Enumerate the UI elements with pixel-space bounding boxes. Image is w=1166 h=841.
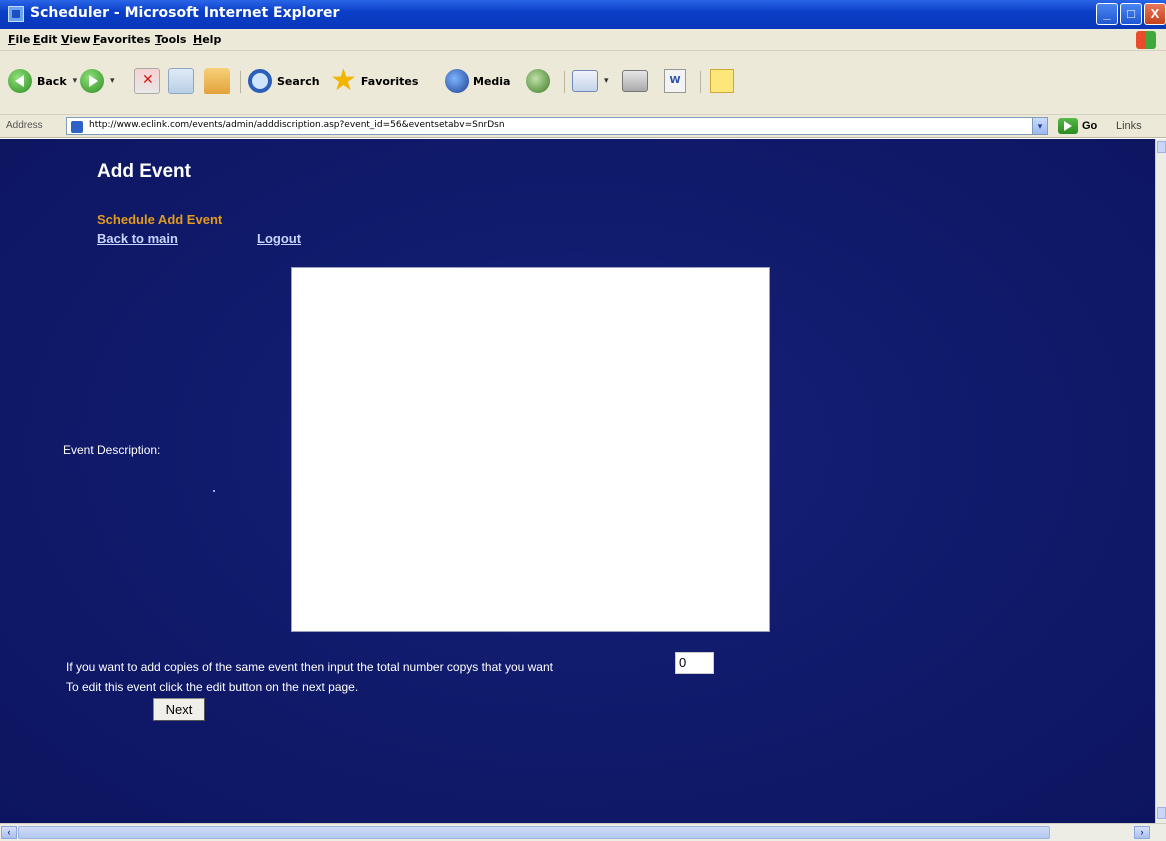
forward-button[interactable]: ▾: [80, 63, 115, 99]
back-to-main-link[interactable]: Back to main: [97, 231, 178, 246]
notes-button[interactable]: [710, 63, 734, 99]
scroll-down-icon[interactable]: [1157, 807, 1166, 819]
address-input[interactable]: http://www.eclink.com/events/admin/adddi…: [66, 117, 1048, 135]
page-favicon-icon: [71, 121, 83, 133]
media-label: Media: [473, 74, 511, 88]
next-button[interactable]: Next: [153, 698, 205, 721]
home-button[interactable]: [204, 63, 230, 99]
minimize-button[interactable]: _: [1096, 3, 1118, 25]
mail-dropdown-icon[interactable]: ▾: [604, 76, 609, 86]
edit-instruction: To edit this event click the edit button…: [66, 680, 359, 694]
back-button[interactable]: Back ▾: [8, 63, 77, 99]
vertical-scrollbar[interactable]: [1155, 139, 1166, 823]
print-button[interactable]: [622, 63, 648, 99]
menu-edit[interactable]: Edit: [33, 33, 57, 46]
page-content: Add Event Schedule Add Event Back to mai…: [0, 139, 1155, 823]
scroll-left-icon[interactable]: ‹: [1, 826, 17, 839]
menu-help[interactable]: Help: [193, 33, 221, 46]
copies-input[interactable]: 0: [675, 652, 714, 674]
toolbar: Back ▾ ▾ Search ★ Favorites Media ▾ W: [0, 51, 1166, 115]
refresh-icon: [168, 68, 194, 94]
logout-link[interactable]: Logout: [257, 231, 301, 246]
word-icon: W: [664, 69, 686, 93]
media-button[interactable]: Media: [445, 63, 510, 99]
close-button[interactable]: X: [1144, 3, 1166, 25]
toolbar-separator: [240, 71, 241, 93]
event-description-label: Event Description:: [63, 443, 161, 457]
mail-button[interactable]: ▾: [572, 63, 609, 99]
scroll-right-icon[interactable]: ›: [1134, 826, 1150, 839]
title-bar: Scheduler - Microsoft Internet Explorer …: [0, 0, 1166, 29]
page-subtitle: Schedule Add Event: [97, 212, 223, 227]
horizontal-scroll-thumb[interactable]: [18, 826, 1050, 839]
forward-arrow-icon: [80, 69, 104, 93]
back-label: Back: [37, 74, 67, 88]
menu-bar: File Edit View Favorites Tools Help: [0, 29, 1166, 51]
windows-logo-icon: [1136, 31, 1156, 49]
event-description-textarea[interactable]: [291, 267, 770, 632]
forward-dropdown-icon[interactable]: ▾: [110, 76, 115, 86]
favorites-label: Favorites: [360, 74, 419, 88]
favorites-star-icon: ★: [330, 63, 357, 98]
address-bar: Address http://www.eclink.com/events/adm…: [0, 115, 1166, 138]
search-icon: [248, 69, 272, 93]
links-button[interactable]: Links: [1116, 120, 1142, 132]
stop-button[interactable]: [134, 63, 160, 99]
mail-icon: [572, 70, 598, 92]
media-icon: [445, 69, 469, 93]
scroll-up-icon[interactable]: [1157, 141, 1166, 153]
home-icon: [204, 68, 230, 94]
go-label: Go: [1082, 120, 1098, 132]
stray-dot: [213, 490, 215, 492]
window-title: Scheduler - Microsoft Internet Explorer: [30, 5, 340, 21]
toolbar-separator: [700, 71, 701, 93]
menu-view[interactable]: View: [61, 33, 91, 46]
favorites-button[interactable]: ★ Favorites: [330, 63, 418, 99]
address-label: Address: [6, 120, 43, 131]
menu-tools[interactable]: Tools: [155, 33, 186, 46]
toolbar-separator: [564, 71, 565, 93]
search-button[interactable]: Search: [248, 63, 320, 99]
maximize-button[interactable]: □: [1120, 3, 1142, 25]
history-icon: [526, 69, 550, 93]
address-dropdown-icon[interactable]: ▾: [1032, 117, 1048, 135]
history-button[interactable]: [526, 63, 550, 99]
go-arrow-icon: [1058, 118, 1078, 134]
refresh-button[interactable]: [168, 63, 194, 99]
back-dropdown-icon[interactable]: ▾: [73, 76, 78, 86]
page-title: Add Event: [97, 161, 191, 182]
copies-instruction: If you want to add copies of the same ev…: [66, 660, 553, 674]
horizontal-scrollbar[interactable]: ‹ ›: [0, 823, 1166, 841]
address-url[interactable]: http://www.eclink.com/events/admin/adddi…: [89, 120, 505, 130]
menu-favorites[interactable]: Favorites: [93, 33, 151, 46]
ie-app-icon[interactable]: [8, 6, 24, 22]
print-icon: [622, 70, 648, 92]
go-button[interactable]: Go: [1058, 118, 1097, 134]
word-button[interactable]: W: [664, 63, 686, 99]
stop-icon: [134, 68, 160, 94]
sticky-note-icon: [710, 69, 734, 93]
back-arrow-icon: [8, 69, 32, 93]
menu-file[interactable]: File: [8, 33, 31, 46]
search-label: Search: [277, 74, 320, 88]
